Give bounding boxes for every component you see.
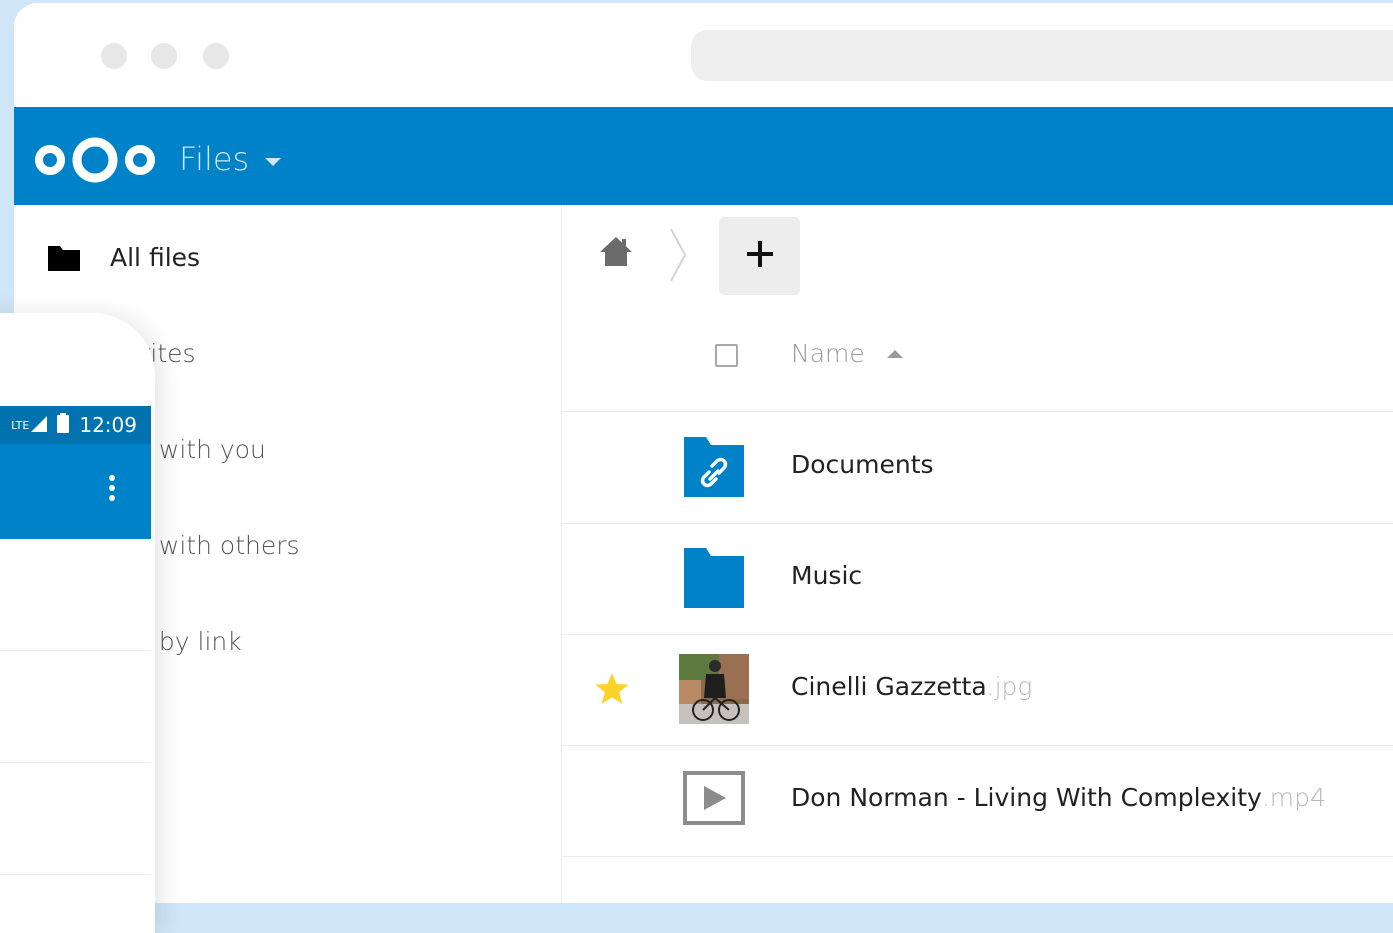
folder-icon	[682, 546, 746, 610]
name-column-label: Name	[791, 339, 865, 368]
window-control-dot[interactable]	[101, 43, 127, 69]
phone-list-item[interactable]	[0, 539, 151, 651]
nextcloud-logo-icon[interactable]	[32, 134, 158, 190]
app-header: Files	[14, 107, 1393, 205]
image-thumbnail	[679, 654, 749, 724]
new-file-button[interactable]	[719, 217, 800, 295]
file-row[interactable]: Music	[562, 523, 1393, 635]
phone-list-item[interactable]	[0, 651, 151, 763]
file-name: Documents	[791, 450, 934, 479]
app-name: Files	[179, 140, 250, 178]
browser-window: Files All files vorites red with you red…	[14, 3, 1393, 903]
phone-app-bar	[0, 444, 151, 539]
nav-item-label: All files	[110, 242, 201, 272]
phone-mockup: LTE 12:09	[0, 313, 155, 933]
sort-ascending-icon	[886, 349, 903, 358]
app-menu-button[interactable]: Files	[179, 140, 282, 178]
file-row[interactable]: Don Norman - Living With Complexity.mp4	[562, 745, 1393, 857]
home-icon[interactable]	[598, 235, 634, 271]
plus-icon	[746, 240, 774, 272]
caret-down-icon	[265, 158, 282, 166]
shared-folder-icon	[682, 435, 746, 499]
phone-status-bar: LTE 12:09	[0, 406, 151, 444]
nav-item-all-files[interactable]: All files	[14, 209, 561, 305]
favorite-star-icon[interactable]	[594, 672, 630, 710]
window-titlebar	[14, 3, 1393, 107]
battery-icon	[57, 412, 70, 438]
window-control-dot[interactable]	[203, 43, 229, 69]
more-options-icon[interactable]	[108, 474, 116, 506]
file-name: Cinelli Gazzetta.jpg	[791, 672, 1033, 701]
file-row[interactable]: Documents	[562, 412, 1393, 524]
window-control-dot[interactable]	[151, 43, 177, 69]
signal-icon	[31, 413, 48, 437]
phone-clock: 12:09	[79, 413, 137, 437]
phone-list-item[interactable]	[0, 763, 151, 875]
name-column-header[interactable]: Name	[791, 339, 903, 368]
select-all-checkbox[interactable]	[715, 344, 738, 367]
file-name: Don Norman - Living With Complexity.mp4	[791, 783, 1326, 812]
file-list-header: Name	[562, 301, 1393, 412]
folder-icon	[48, 245, 80, 275]
file-list-panel: Name Documents Music Cinelli Gazzetta.jp…	[562, 205, 1393, 903]
address-bar[interactable]	[691, 30, 1393, 81]
breadcrumb-separator-icon	[668, 227, 688, 287]
file-row[interactable]: Cinelli Gazzetta.jpg	[562, 634, 1393, 746]
lte-label: LTE	[11, 418, 30, 432]
file-name: Music	[791, 561, 863, 590]
video-file-icon	[682, 768, 746, 832]
